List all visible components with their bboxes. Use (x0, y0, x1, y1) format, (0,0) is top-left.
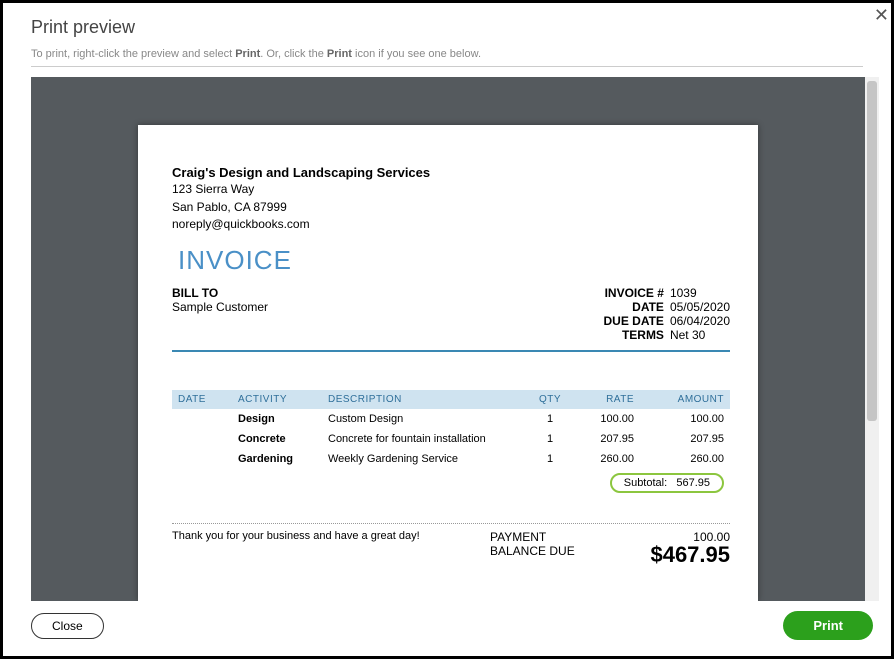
document-title: INVOICE (178, 245, 730, 276)
billto-name: Sample Customer (172, 300, 268, 314)
col-activity: ACTIVITY (232, 390, 322, 409)
close-button[interactable]: Close (31, 613, 104, 639)
invoice-date-label: DATE (580, 300, 664, 314)
balance-value: $467.95 (600, 542, 730, 568)
invoice-page: Craig's Design and Landscaping Services … (138, 125, 758, 601)
billto-label: BILL TO (172, 286, 268, 300)
line-items-table: DATE ACTIVITY DESCRIPTION QTY RATE AMOUN… (172, 390, 730, 497)
subtotal-pill: Subtotal: 567.95 (610, 473, 724, 493)
print-button[interactable]: Print (783, 611, 873, 640)
print-preview-modal: ✕ Print preview To print, right-click th… (0, 0, 894, 659)
col-description: DESCRIPTION (322, 390, 530, 409)
scroll-thumb[interactable] (867, 81, 877, 421)
modal-title: Print preview (31, 17, 863, 38)
company-name: Craig's Design and Landscaping Services (172, 165, 730, 180)
preview-scrollbar[interactable] (865, 77, 879, 601)
company-addr2: San Pablo, CA 87999 (172, 200, 730, 216)
close-icon[interactable]: ✕ (874, 6, 889, 24)
thank-you-message: Thank you for your business and have a g… (172, 530, 490, 568)
company-addr1: 123 Sierra Way (172, 182, 730, 198)
company-email: noreply@quickbooks.com (172, 217, 730, 233)
table-row: Gardening Weekly Gardening Service 1 260… (172, 449, 730, 469)
invoice-date: 05/05/2020 (670, 300, 730, 314)
balance-label: BALANCE DUE (490, 544, 600, 558)
terms-label: TERMS (580, 328, 664, 342)
col-rate: RATE (570, 390, 640, 409)
invoice-no: 1039 (670, 286, 697, 300)
invoice-no-label: INVOICE # (580, 286, 664, 300)
col-amount: AMOUNT (640, 390, 730, 409)
modal-instruction: To print, right-click the preview and se… (31, 48, 863, 67)
col-qty: QTY (530, 390, 570, 409)
due-date-label: DUE DATE (580, 314, 664, 328)
terms: Net 30 (670, 328, 705, 342)
footer-rule (172, 523, 730, 524)
table-row: Concrete Concrete for fountain installat… (172, 429, 730, 449)
preview-viewport[interactable]: Craig's Design and Landscaping Services … (31, 77, 865, 601)
table-row: Design Custom Design 1 100.00 100.00 (172, 409, 730, 429)
col-date: DATE (172, 390, 232, 409)
payment-label: PAYMENT (490, 530, 600, 544)
due-date: 06/04/2020 (670, 314, 730, 328)
